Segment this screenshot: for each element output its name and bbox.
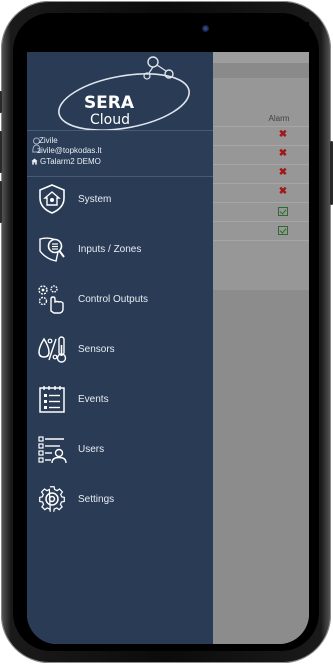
site-name-row[interactable]: GTalarm2 DEMO	[31, 157, 101, 167]
sensors-icon	[38, 336, 67, 363]
user-name: Zivile	[39, 136, 58, 145]
volume-up-button	[0, 131, 2, 173]
shield-home-icon	[39, 184, 65, 214]
menu-item-label: Settings	[78, 494, 115, 505]
user-profile: Zivile zivile@topkodas.lt GTalarm2 DEMO	[27, 130, 213, 177]
menu-item-events[interactable]: Events	[27, 376, 213, 426]
alarm-ok-icon	[278, 206, 288, 216]
alarm-row: ✖	[213, 145, 309, 164]
menu-item-label: System	[78, 194, 112, 205]
menu-item-label: Inputs / Zones	[78, 244, 142, 255]
user-email: zivile@topkodas.lt	[37, 146, 102, 155]
menu-item-label: Events	[78, 394, 109, 405]
sera-cloud-logo: SERA Cloud	[58, 56, 190, 130]
alarm-x-icon: ✖	[278, 167, 288, 178]
alarm-row: ✖	[213, 164, 309, 183]
menu-item-label: Control Outputs	[78, 294, 149, 305]
alarm-row	[213, 202, 309, 221]
alarm-row	[213, 221, 309, 241]
users-list-icon	[38, 436, 67, 464]
menu-item-label: Users	[78, 444, 105, 455]
menu-item-settings[interactable]: Settings	[27, 476, 213, 526]
alarm-x-icon: ✖	[278, 148, 288, 159]
mute-switch	[0, 91, 2, 113]
alarm-status-list: ✖ ✖ ✖ ✖	[213, 126, 309, 241]
menu-item-system[interactable]: System	[27, 176, 213, 226]
background-header	[213, 52, 309, 63]
alarm-ok-icon	[278, 225, 288, 235]
menu-item-users[interactable]: Users	[27, 426, 213, 476]
zone-icon	[39, 237, 65, 262]
navigation-drawer: SERA Cloud Zivile zivile@topkodas.lt GTa…	[27, 52, 213, 644]
app-screen: Alarm ✖ ✖ ✖ ✖ SERA Cloud Zivile zivile@t…	[27, 52, 309, 644]
menu-item-inputs-zones[interactable]: Inputs / Zones	[27, 226, 213, 276]
front-camera	[202, 25, 209, 32]
menu-item-label: Sensors	[78, 344, 115, 355]
site-name: GTalarm2 DEMO	[40, 157, 101, 166]
control-outputs-icon	[38, 285, 64, 314]
alarm-column-label: Alarm	[268, 114, 290, 123]
alarm-x-icon: ✖	[278, 129, 288, 140]
svg-text:SERA: SERA	[84, 93, 135, 113]
gear-icon	[39, 486, 65, 512]
menu-item-control-outputs[interactable]: Control Outputs	[27, 276, 213, 326]
home-icon	[31, 158, 38, 165]
alarm-column-header: Alarm	[213, 112, 309, 126]
menu-item-sensors[interactable]: Sensors	[27, 326, 213, 376]
alarm-x-icon: ✖	[278, 186, 288, 197]
background-content-overlay[interactable]: Alarm ✖ ✖ ✖ ✖	[213, 52, 309, 644]
alarm-row: ✖	[213, 126, 309, 145]
alarm-row: ✖	[213, 183, 309, 202]
svg-text:Cloud: Cloud	[90, 112, 130, 128]
volume-down-button	[0, 181, 2, 223]
background-subheader	[213, 63, 309, 78]
events-list-icon	[39, 386, 65, 413]
status-bar	[27, 22, 309, 52]
